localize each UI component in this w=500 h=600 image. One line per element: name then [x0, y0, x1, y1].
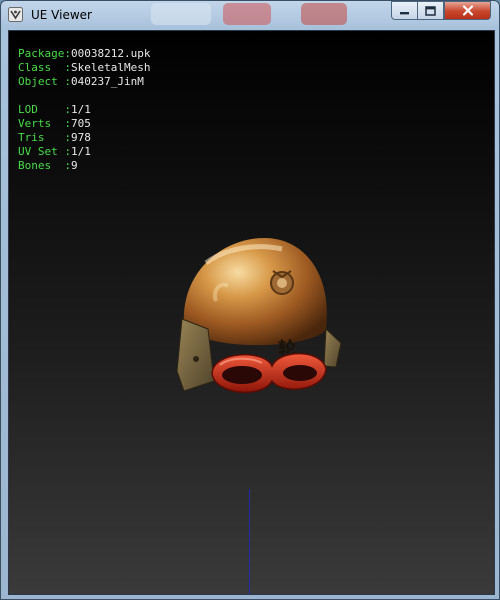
info-row-bones: Bones : 9 — [18, 159, 150, 173]
info-label: LOD : — [18, 103, 71, 116]
info-value: 1/1 — [70, 145, 91, 158]
background-blur — [301, 3, 347, 25]
info-row-tris: Tris : 978 — [18, 131, 150, 145]
info-row-verts: Verts : 705 — [18, 117, 150, 131]
mesh-info-overlay: Package: 00038212.upk Class : SkeletalMe… — [18, 47, 150, 173]
info-label: UV Set : — [18, 145, 71, 158]
info-row-object: Object : 040237_JinM — [18, 75, 150, 89]
app-icon — [8, 7, 23, 22]
close-icon — [462, 5, 473, 16]
info-row-lod: LOD : 1/1 — [18, 103, 150, 117]
info-label: Class : — [18, 61, 71, 74]
z-axis-line — [249, 489, 250, 594]
info-label: Verts : — [18, 117, 71, 130]
info-label: Bones : — [18, 159, 71, 172]
info-row-uvset: UV Set : 1/1 — [18, 145, 150, 159]
info-label: Object : — [18, 75, 71, 88]
minimize-icon — [400, 12, 409, 15]
info-value: 040237_JinM — [70, 75, 144, 88]
info-value: 705 — [70, 117, 91, 130]
info-row-class: Class : SkeletalMesh — [18, 61, 150, 75]
background-blur — [151, 3, 211, 25]
helmet-goggles — [211, 352, 327, 394]
app-window: UE Viewer Package: 00038212.upk Class : — [0, 0, 500, 600]
left-ear-flap — [176, 318, 215, 392]
info-row-package: Package: 00038212.upk — [18, 47, 150, 61]
right-ear-flap — [323, 327, 342, 368]
info-value: SkeletalMesh — [70, 61, 151, 74]
window-title: UE Viewer — [31, 8, 92, 22]
info-label: Package: — [18, 47, 71, 60]
info-value: 9 — [70, 159, 78, 172]
info-value: 978 — [70, 131, 91, 144]
minimize-button[interactable] — [391, 1, 418, 20]
3d-viewport[interactable]: Package: 00038212.upk Class : SkeletalMe… — [8, 30, 495, 595]
title-bar[interactable]: UE Viewer — [1, 1, 499, 30]
info-value: 00038212.upk — [70, 47, 151, 60]
maximize-icon — [425, 5, 436, 16]
maximize-button[interactable] — [417, 1, 444, 20]
info-label: Tris : — [18, 131, 71, 144]
helmet-model[interactable]: 轮 — [164, 231, 344, 396]
info-value: 1/1 — [70, 103, 91, 116]
background-blur — [223, 3, 271, 25]
helmet-emblem — [270, 270, 294, 295]
close-button[interactable] — [444, 1, 491, 20]
